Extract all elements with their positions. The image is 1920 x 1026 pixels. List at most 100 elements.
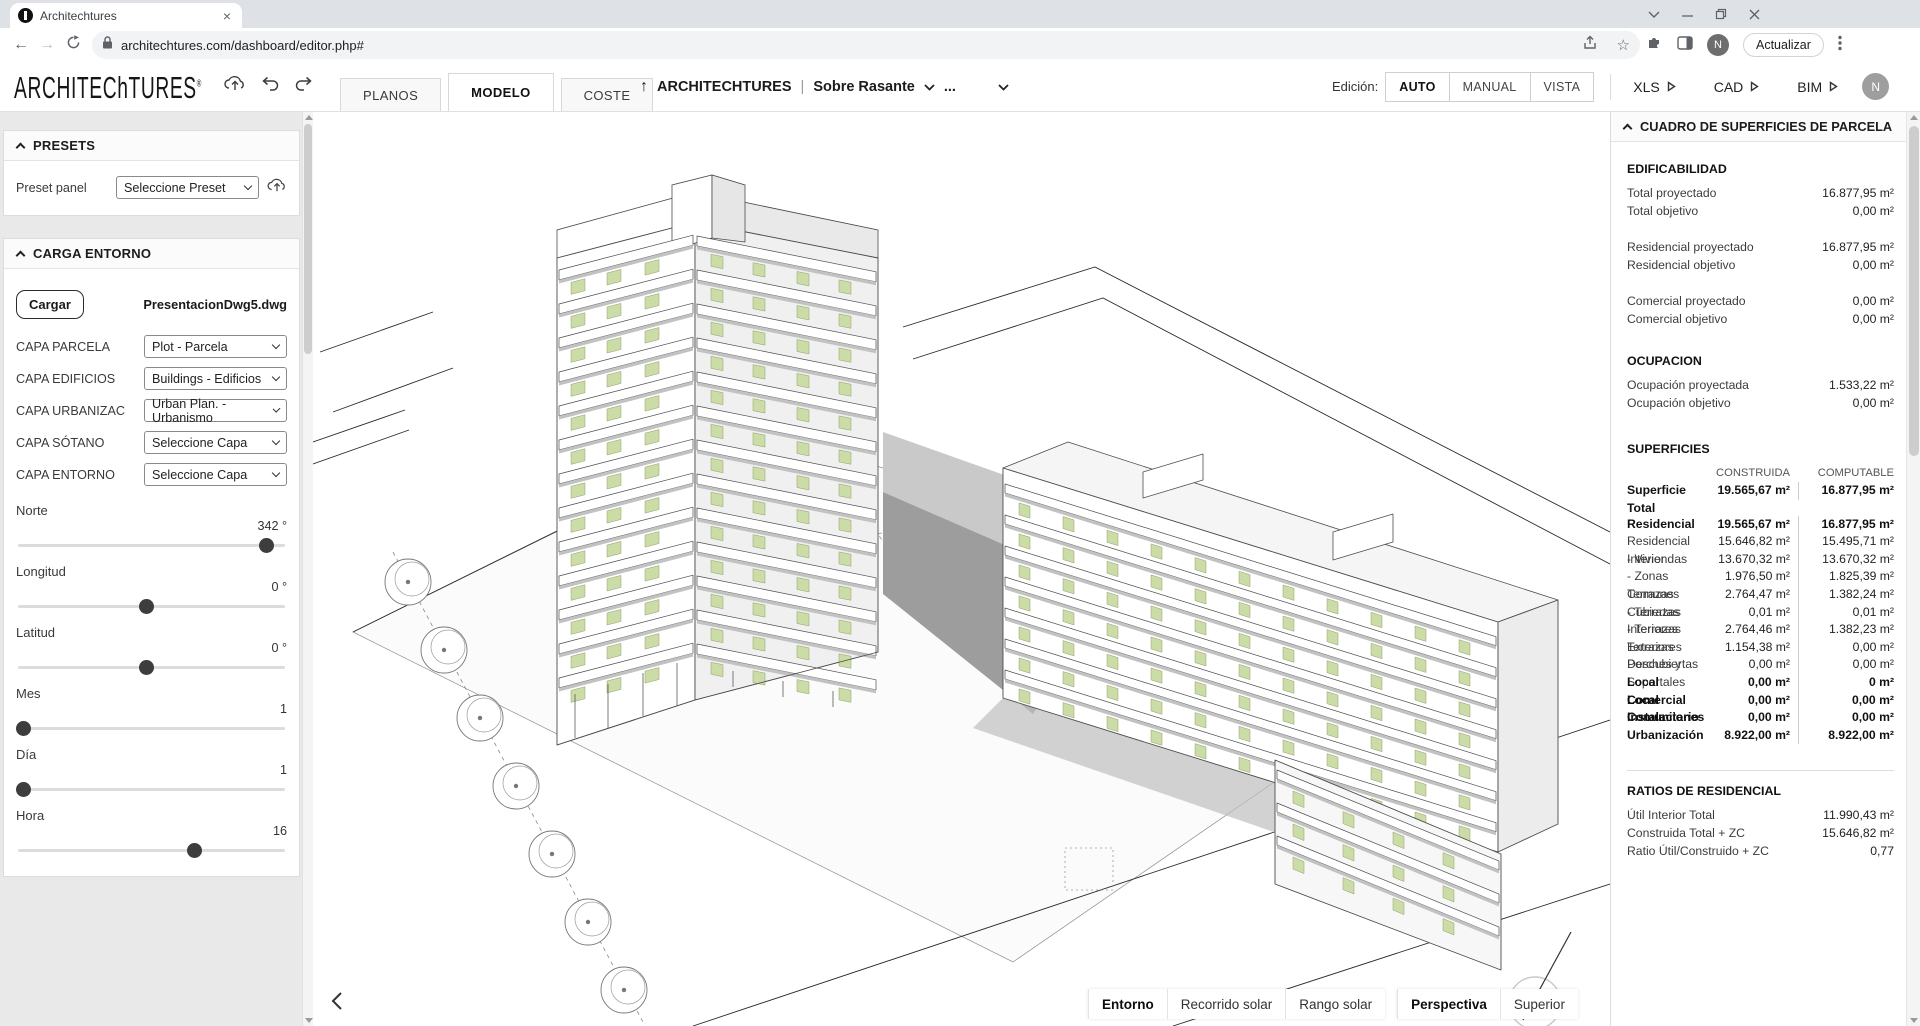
presets-header[interactable]: PRESETS bbox=[4, 131, 299, 161]
scroll-up-icon[interactable] bbox=[1910, 115, 1918, 120]
scene-canvas[interactable] bbox=[313, 112, 1610, 1026]
url-bar[interactable]: architechtures.com/dashboard/editor.php#… bbox=[92, 31, 1640, 59]
slider-label: Norte bbox=[16, 503, 287, 518]
row-label: Comercial proyectado bbox=[1627, 292, 1746, 310]
col-header-construida: CONSTRUIDA bbox=[1708, 464, 1798, 482]
slider-handle[interactable] bbox=[139, 660, 154, 675]
window-minimize-icon[interactable] bbox=[1682, 10, 1693, 18]
slider-label: Latitud bbox=[16, 625, 287, 640]
update-button[interactable]: Actualizar bbox=[1743, 33, 1824, 57]
level-chevron-icon[interactable] bbox=[924, 79, 935, 95]
edit-mode-label: MANUAL bbox=[1463, 80, 1517, 94]
edit-mode-button[interactable]: MANUAL bbox=[1449, 72, 1531, 102]
browser-menu-dots-icon[interactable] bbox=[1838, 35, 1842, 56]
row-computable: 0,00 m² bbox=[1798, 692, 1894, 710]
layer-select[interactable]: Seleccione Capa bbox=[144, 463, 287, 486]
export-button[interactable]: XLS bbox=[1627, 79, 1681, 95]
preset-upload-icon[interactable] bbox=[267, 177, 287, 198]
browser-tab[interactable]: Architechtures × bbox=[10, 3, 242, 28]
mode-tab[interactable]: PLANOS bbox=[340, 78, 441, 111]
sidebar-scrollbar[interactable] bbox=[302, 112, 313, 1026]
overflow-ellipsis[interactable]: ... bbox=[944, 79, 956, 95]
layer-select[interactable]: Urban Plan. - Urbanismo bbox=[144, 399, 287, 422]
level-selector[interactable]: Sobre Rasante bbox=[813, 79, 915, 95]
bookmark-star-icon[interactable]: ☆ bbox=[1617, 36, 1630, 54]
layer-select[interactable]: Seleccione Capa bbox=[144, 431, 287, 454]
export-button[interactable]: CAD bbox=[1708, 79, 1766, 95]
camera-mode-chip[interactable]: Superior bbox=[1500, 989, 1578, 1019]
row-value: 16.877,95 m² bbox=[1822, 238, 1894, 256]
project-name[interactable]: ARCHITECHTURES bbox=[657, 79, 792, 95]
slider-handle[interactable] bbox=[16, 782, 31, 797]
window-menu-chevron-icon[interactable] bbox=[1648, 10, 1660, 18]
row-value: 0,77 bbox=[1870, 842, 1894, 860]
user-avatar[interactable]: N bbox=[1862, 73, 1889, 100]
slider-handle[interactable] bbox=[16, 721, 31, 736]
row-computable: 0,00 m² bbox=[1798, 639, 1894, 657]
row-construida: 0,01 m² bbox=[1708, 604, 1798, 622]
collapse-sidebar-chevron-icon[interactable] bbox=[325, 988, 349, 1014]
reload-icon[interactable] bbox=[60, 35, 86, 55]
tab-label: MODELO bbox=[471, 85, 530, 100]
carga-entorno-header[interactable]: CARGA ENTORNO bbox=[4, 239, 299, 269]
preset-select[interactable]: Seleccione Preset bbox=[116, 176, 259, 199]
publish-up-arrow-icon[interactable]: ↑ bbox=[640, 78, 648, 96]
scrollbar-thumb[interactable] bbox=[304, 124, 312, 354]
tab-label: PLANOS bbox=[363, 88, 418, 103]
window-close-icon[interactable] bbox=[1749, 9, 1760, 20]
layer-select-value: Urban Plan. - Urbanismo bbox=[152, 397, 274, 425]
slider-track[interactable] bbox=[18, 666, 285, 669]
view-mode-chip[interactable]: Recorrido solar bbox=[1167, 989, 1286, 1019]
undo-icon[interactable] bbox=[260, 75, 280, 96]
scrollbar-thumb[interactable] bbox=[1909, 126, 1919, 456]
edit-mode-button[interactable]: AUTO bbox=[1385, 72, 1449, 102]
slider-track[interactable] bbox=[18, 605, 285, 608]
slider-track[interactable] bbox=[18, 788, 285, 791]
side-panel-icon[interactable] bbox=[1677, 36, 1693, 55]
layer-select[interactable]: Plot - Parcela bbox=[144, 335, 287, 358]
layer-select[interactable]: Buildings - Edificios bbox=[144, 367, 287, 390]
scroll-down-icon[interactable] bbox=[305, 1018, 313, 1023]
url-text[interactable]: architechtures.com/dashboard/editor.php# bbox=[121, 38, 1575, 53]
slider-value: 0 ° bbox=[16, 580, 287, 595]
redo-icon[interactable] bbox=[294, 75, 314, 96]
cargar-button[interactable]: Cargar bbox=[16, 290, 84, 319]
ocupacion-section: OCUPACION Ocupación proyectada1.533,22 m… bbox=[1627, 354, 1894, 412]
extensions-icon[interactable] bbox=[1646, 34, 1663, 56]
export-label: XLS bbox=[1633, 79, 1659, 95]
slider-handle[interactable] bbox=[187, 843, 202, 858]
slider-track[interactable] bbox=[18, 544, 285, 547]
slider-track[interactable] bbox=[18, 727, 285, 730]
view-mode-chips: EntornoRecorrido solarRango solar bbox=[1088, 989, 1385, 1019]
layer-row: CAPA EDIFICIOS Buildings - Edificios bbox=[16, 367, 287, 390]
back-icon[interactable]: ← bbox=[8, 36, 34, 54]
mode-tab[interactable]: MODELO bbox=[448, 73, 553, 111]
dropdown-chevron-icon[interactable] bbox=[998, 79, 1009, 95]
row-label: Ratio Útil/Construido + ZC bbox=[1627, 842, 1769, 860]
edit-mode-button[interactable]: VISTA bbox=[1530, 72, 1595, 102]
view-mode-chip[interactable]: Entorno bbox=[1088, 989, 1167, 1019]
viewport-3d[interactable]: EntornoRecorrido solarRango solar Perspe… bbox=[313, 112, 1610, 1026]
play-triangle-icon bbox=[1667, 81, 1676, 92]
scroll-down-icon[interactable] bbox=[1910, 1018, 1918, 1023]
slider-track[interactable] bbox=[18, 849, 285, 852]
row-label: Local Comercial bbox=[1627, 674, 1708, 692]
share-icon[interactable] bbox=[1583, 35, 1599, 55]
slider-handle[interactable] bbox=[139, 599, 154, 614]
edit-mode-label: VISTA bbox=[1544, 80, 1581, 94]
superficies-section: SUPERFICIES CONSTRUIDA COMPUTABLE Superf… bbox=[1627, 442, 1894, 744]
slider: Norte 342 ° bbox=[16, 503, 287, 547]
view-mode-chip[interactable]: Rango solar bbox=[1285, 989, 1385, 1019]
right-panel-scrollbar[interactable] bbox=[1906, 112, 1920, 1026]
window-restore-icon[interactable] bbox=[1715, 8, 1727, 20]
slider-value: 1 bbox=[16, 763, 287, 778]
export-button[interactable]: BIM bbox=[1791, 79, 1844, 95]
tab-close-icon[interactable]: × bbox=[220, 8, 234, 24]
scroll-up-icon[interactable] bbox=[305, 115, 313, 120]
slider-handle[interactable] bbox=[259, 538, 274, 553]
superficies-panel-header[interactable]: CUADRO DE SUPERFICIES DE PARCELA bbox=[1611, 112, 1920, 142]
browser-profile-avatar[interactable]: N bbox=[1707, 34, 1729, 56]
camera-mode-chip[interactable]: Perspectiva bbox=[1397, 989, 1500, 1019]
publish-cloud-icon[interactable] bbox=[224, 74, 246, 97]
forward-icon[interactable]: → bbox=[34, 36, 60, 54]
